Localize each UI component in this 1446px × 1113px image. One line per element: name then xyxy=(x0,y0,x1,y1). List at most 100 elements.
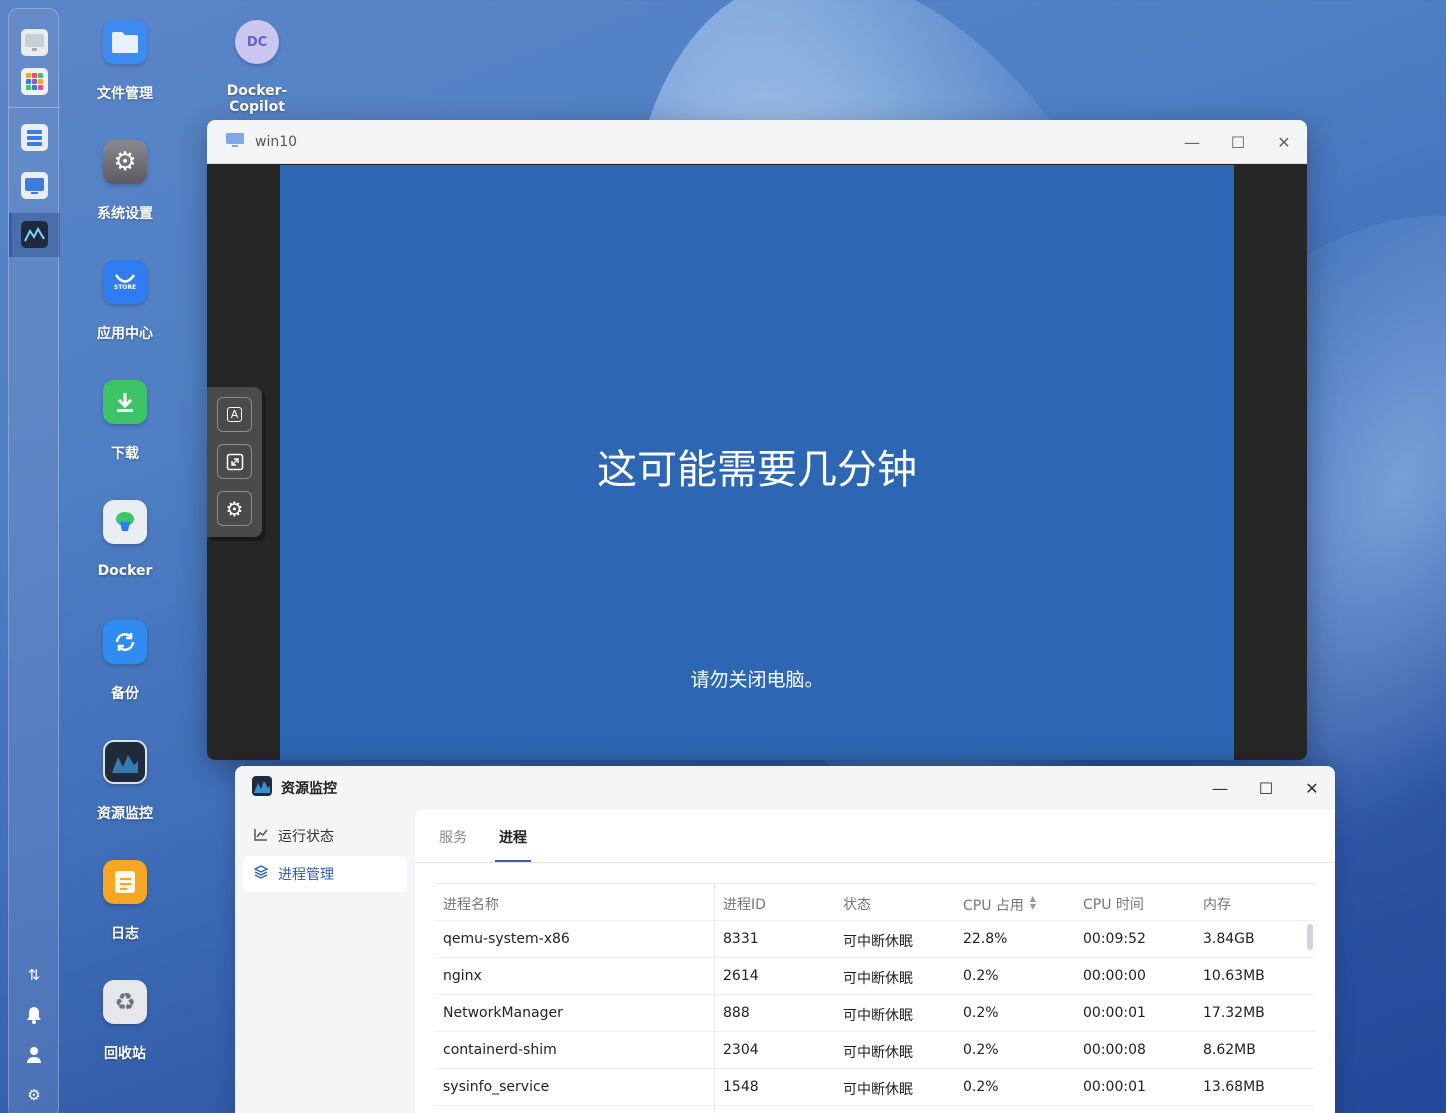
cell-pid: 8331 xyxy=(723,931,759,947)
vm-main-message: 这可能需要几分钟 xyxy=(597,447,917,493)
cell-pid: 1548 xyxy=(723,1079,759,1095)
maximize-button[interactable]: ☐ xyxy=(1243,779,1289,798)
transfer-icon[interactable]: ⇅ xyxy=(25,966,43,984)
monitor-icon xyxy=(225,131,245,153)
table-scrollbar[interactable] xyxy=(1307,924,1313,950)
window-controls: — ☐ ✕ xyxy=(1197,766,1335,810)
table-row[interactable]: qemu-system-x86 8331 可中断休眠 22.8% 00:09:5… xyxy=(435,921,1315,958)
vm-toolbar: A ⚙ xyxy=(207,387,262,537)
store-icon: STORE xyxy=(103,260,147,304)
gear-icon: ⚙ xyxy=(225,496,244,521)
vm-window[interactable]: win10 — ☐ ✕ 这可能需要几分钟 请勿关闭电脑。 A ⚙ xyxy=(207,120,1307,760)
table-row[interactable]: sysinfo_service 1548 可中断休眠 0.2% 00:00:01… xyxy=(435,1069,1315,1106)
monitor-sidebar: 运行状态 进程管理 xyxy=(243,818,407,894)
minimize-button[interactable]: — xyxy=(1197,779,1243,798)
tab-processes[interactable]: 进程 xyxy=(499,827,527,847)
desktop-icon-label: 系统设置 xyxy=(97,206,153,222)
monitor-window-title: 资源监控 xyxy=(281,781,337,797)
desktop-icon-label: Docker-Copilot xyxy=(226,83,288,115)
trash-icon: ♻ xyxy=(103,980,147,1024)
desktop-icon-download[interactable]: 下载 xyxy=(70,380,180,463)
sidebar-item-process[interactable]: 进程管理 xyxy=(243,856,407,892)
cell-process-name: containerd-shim xyxy=(443,1042,557,1058)
header-cpu-time[interactable]: CPU 时间 xyxy=(1083,894,1144,914)
desktop-icon-settings[interactable]: ⚙ 系统设置 xyxy=(70,140,180,223)
desktop-icon-label: 日志 xyxy=(111,926,139,942)
sort-icon: ▲▼ xyxy=(1028,894,1038,910)
bell-icon[interactable] xyxy=(25,1006,43,1024)
vm-icon[interactable] xyxy=(21,172,48,199)
cell-status: 可中断休眠 xyxy=(843,1082,913,1098)
cell-status: 可中断休眠 xyxy=(843,971,913,987)
sidebar-item-status[interactable]: 运行状态 xyxy=(243,818,407,854)
close-button[interactable]: ✕ xyxy=(1289,779,1335,798)
expand-icon xyxy=(226,453,243,470)
table-row[interactable]: NetworkManager 888 可中断休眠 0.2% 00:00:01 1… xyxy=(435,995,1315,1032)
minimize-button[interactable]: — xyxy=(1169,133,1215,152)
user-icon[interactable] xyxy=(25,1046,43,1064)
monitor-main-panel: 服务 进程 进程名称 进程ID 状态 CPU 占用 ▲▼ CPU 时间 内存 q… xyxy=(415,810,1335,1113)
store-badge: STORE xyxy=(113,283,137,291)
desktop-icon-trash[interactable]: ♻ 回收站 xyxy=(70,980,180,1063)
desktop-icon-docker-copilot[interactable]: DC Docker-Copilot xyxy=(202,20,312,115)
resource-monitor-icon xyxy=(251,775,273,801)
docker-icon xyxy=(103,500,147,544)
cell-cpu-usage: 22.8% xyxy=(963,931,1008,947)
resource-monitor-icon[interactable] xyxy=(21,221,48,248)
desktop-icon-label: 回收站 xyxy=(104,1046,146,1062)
desktop-icon-label: 备份 xyxy=(111,686,139,702)
vm-screen[interactable]: 这可能需要几分钟 请勿关闭电脑。 xyxy=(280,165,1234,760)
header-process-name[interactable]: 进程名称 xyxy=(443,894,499,914)
vm-window-titlebar[interactable]: win10 xyxy=(207,120,1307,164)
app-grid-icon[interactable] xyxy=(21,68,48,95)
cell-pid: 888 xyxy=(723,1005,750,1021)
desktop-icon-resource-monitor[interactable]: 资源监控 xyxy=(70,740,180,823)
vm-sub-message: 请勿关闭电脑。 xyxy=(690,669,824,691)
desktop-icon-app-center[interactable]: STORE 应用中心 xyxy=(70,260,180,343)
desktop-icon-backup[interactable]: 备份 xyxy=(70,620,180,703)
desktop-icon-label: 资源监控 xyxy=(97,806,153,822)
desktop-icon-label: 文件管理 xyxy=(97,86,153,102)
desktop-icon-file-manager[interactable]: 文件管理 xyxy=(70,20,180,103)
table-row[interactable]: containerd-shim 2304 可中断休眠 0.2% 00:00:08… xyxy=(435,1032,1315,1069)
desktop-icon-label: 应用中心 xyxy=(97,326,153,342)
cell-pid: 2304 xyxy=(723,1042,759,1058)
table-row[interactable]: nginx 2614 可中断休眠 0.2% 00:00:00 10.63MB xyxy=(435,958,1315,995)
cell-memory: 13.68MB xyxy=(1203,1079,1265,1095)
cell-cpu-usage: 0.2% xyxy=(963,1005,999,1021)
cell-memory: 17.32MB xyxy=(1203,1005,1265,1021)
cell-cpu-time: 00:09:52 xyxy=(1083,931,1146,947)
download-icon xyxy=(103,380,147,424)
desktop-icon[interactable] xyxy=(21,29,48,56)
docker-copilot-icon: DC xyxy=(235,20,279,64)
sidebar-item-label: 运行状态 xyxy=(278,829,334,845)
dock: ⇅ ⚙ xyxy=(8,8,60,1113)
cell-memory: 10.63MB xyxy=(1203,968,1265,984)
close-button[interactable]: ✕ xyxy=(1261,133,1307,152)
sidebar-item-label: 进程管理 xyxy=(278,867,334,883)
fullscreen-button[interactable] xyxy=(217,444,252,479)
cell-status: 可中断休眠 xyxy=(843,1045,913,1061)
cell-memory: 8.62MB xyxy=(1203,1042,1256,1058)
monitor-titlebar[interactable]: 资源监控 xyxy=(235,766,1335,810)
cell-process-name: sysinfo_service xyxy=(443,1079,550,1095)
cell-cpu-time: 00:00:00 xyxy=(1083,968,1146,984)
desktop-icon-log[interactable]: 日志 xyxy=(70,860,180,943)
active-tab-indicator xyxy=(495,860,531,862)
header-pid[interactable]: 进程ID xyxy=(723,894,766,914)
maximize-button[interactable]: ☐ xyxy=(1215,133,1261,152)
header-status[interactable]: 状态 xyxy=(843,894,871,914)
header-cpu-usage-label: CPU 占用 xyxy=(963,898,1024,914)
cell-cpu-usage: 0.2% xyxy=(963,968,999,984)
storage-icon[interactable] xyxy=(21,124,48,151)
keyboard-button[interactable]: A xyxy=(217,397,252,432)
header-cpu-usage[interactable]: CPU 占用 ▲▼ xyxy=(963,894,1037,915)
resource-monitor-icon xyxy=(103,740,147,784)
cell-cpu-usage: 0.2% xyxy=(963,1042,999,1058)
vm-settings-button[interactable]: ⚙ xyxy=(217,491,252,526)
desktop-icon-docker[interactable]: Docker xyxy=(70,500,180,579)
tab-services[interactable]: 服务 xyxy=(439,827,467,847)
gear-icon[interactable]: ⚙ xyxy=(25,1086,43,1104)
resource-monitor-window[interactable]: 资源监控 — ☐ ✕ 运行状态 进程管理 服务 进程 进程名称 进程ID 状态 … xyxy=(235,766,1335,1113)
header-memory[interactable]: 内存 xyxy=(1203,894,1231,914)
